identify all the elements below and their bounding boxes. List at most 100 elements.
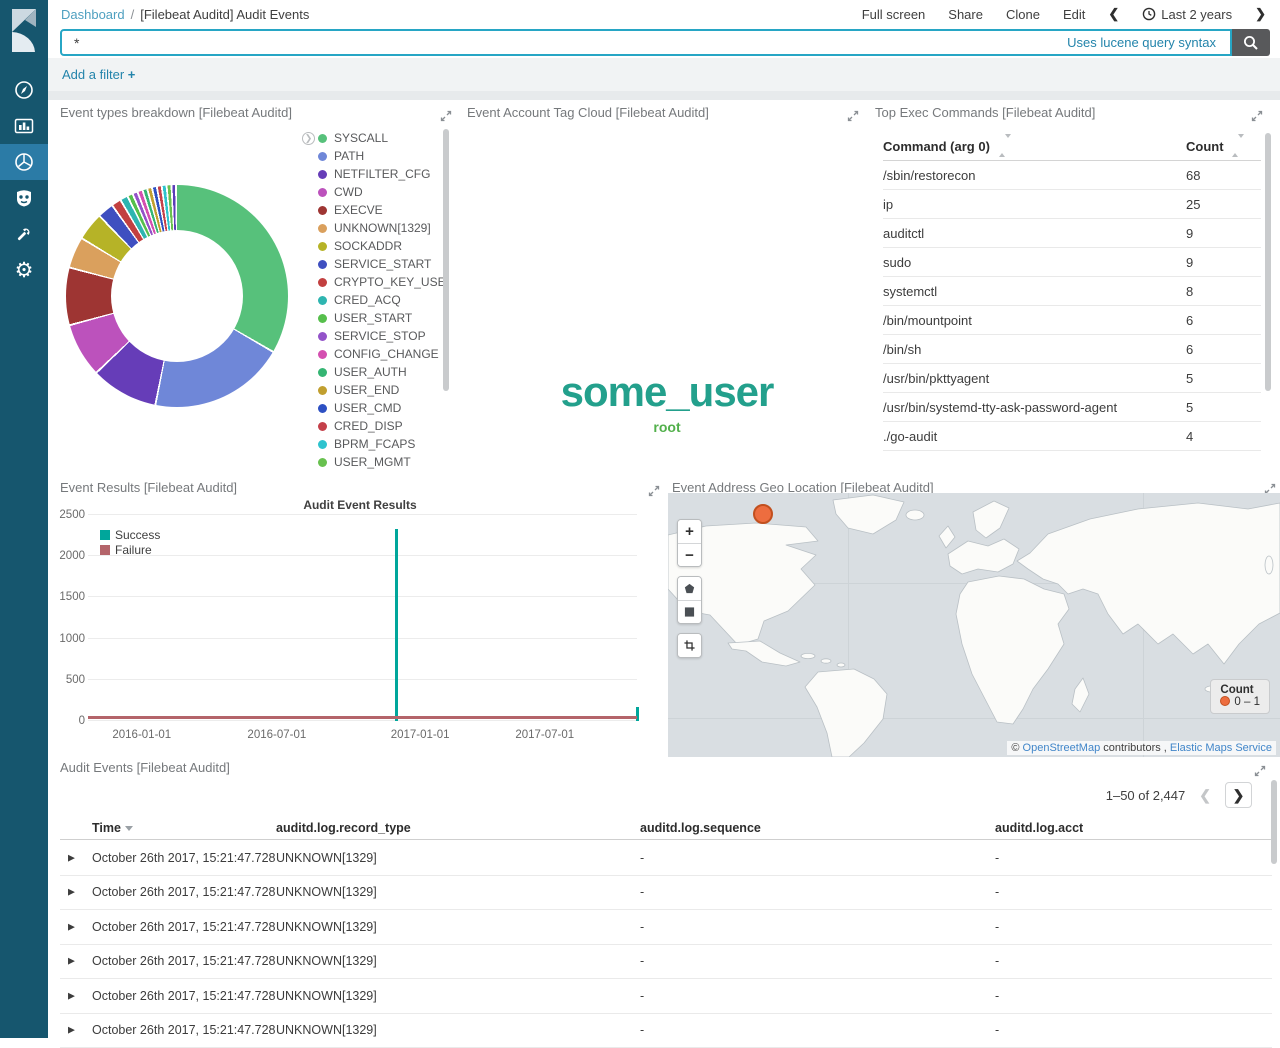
- legend-item[interactable]: CRYPTO_SESSION: [318, 471, 444, 475]
- legend-label: USER_AUTH: [334, 365, 407, 379]
- table-row[interactable]: ip25: [883, 190, 1261, 219]
- expand-row-caret[interactable]: ▶: [68, 887, 75, 898]
- legend-item[interactable]: USER_END: [318, 381, 444, 399]
- legend-item[interactable]: USER_START: [318, 309, 444, 327]
- chart-legend-item[interactable]: Success: [100, 527, 160, 542]
- legend-label: USER_CMD: [334, 401, 401, 415]
- prev-page-button[interactable]: ❮: [1199, 787, 1211, 804]
- legend-item[interactable]: SERVICE_START: [318, 255, 444, 273]
- legend-scrollbar[interactable]: [443, 129, 449, 391]
- panel-expand-icon[interactable]: [1251, 109, 1263, 127]
- table-row[interactable]: ▶October 26th 2017, 15:21:47.728UNKNOWN[…: [60, 1014, 1272, 1048]
- geo-map[interactable]: + − Count 0 – 1 © OpenStre: [668, 493, 1280, 757]
- edit-button[interactable]: Edit: [1063, 7, 1085, 22]
- breadcrumb-dashboard[interactable]: Dashboard: [61, 7, 125, 22]
- legend-item[interactable]: UNKNOWN[1329]: [318, 219, 444, 237]
- query-input[interactable]: [72, 34, 1067, 52]
- openstreetmap-link[interactable]: OpenStreetMap: [1023, 742, 1101, 754]
- table-row[interactable]: ▶October 26th 2017, 15:21:47.728UNKNOWN[…: [60, 910, 1272, 945]
- tag-cloud-term[interactable]: some_user: [561, 371, 774, 413]
- sidebar-item-visualize[interactable]: [0, 108, 48, 144]
- panel-expand-icon[interactable]: [847, 109, 859, 127]
- legend-dot: [318, 278, 327, 287]
- table-row[interactable]: /usr/bin/systemd-tty-ask-password-agent5: [883, 393, 1261, 422]
- count-cell: 6: [1186, 313, 1261, 328]
- lucene-syntax-link[interactable]: Uses lucene query syntax: [1067, 35, 1220, 50]
- elastic-maps-link[interactable]: Elastic Maps Service: [1170, 742, 1272, 754]
- legend-item[interactable]: CWD: [318, 183, 444, 201]
- legend-item[interactable]: CRED_DISP: [318, 417, 444, 435]
- legend-item[interactable]: BPRM_FCAPS: [318, 435, 444, 453]
- table-row[interactable]: ▶October 26th 2017, 15:21:47.728UNKNOWN[…: [60, 876, 1272, 911]
- legend-dot: [318, 332, 327, 341]
- legend-item[interactable]: USER_AUTH: [318, 363, 444, 381]
- table-row[interactable]: auditctl9: [883, 219, 1261, 248]
- expand-row-caret[interactable]: ▶: [68, 921, 75, 932]
- legend-item[interactable]: CONFIG_CHANGE: [318, 345, 444, 363]
- column-header-acct[interactable]: auditd.log.acct: [995, 821, 1083, 835]
- time-back-button[interactable]: ❮: [1108, 6, 1119, 22]
- add-filter-button[interactable]: Add a filter +: [62, 67, 135, 82]
- table-row[interactable]: ./go-audit4: [883, 422, 1261, 451]
- legend-item[interactable]: SOCKADDR: [318, 237, 444, 255]
- zoom-out-button[interactable]: −: [678, 543, 701, 566]
- legend-item[interactable]: CRYPTO_KEY_USER: [318, 273, 444, 291]
- data-spike[interactable]: [395, 529, 398, 721]
- table-row[interactable]: /usr/bin/pkttyagent5: [883, 364, 1261, 393]
- column-header-count[interactable]: Count: [1186, 138, 1261, 154]
- full-screen-button[interactable]: Full screen: [862, 7, 926, 22]
- donut-chart[interactable]: [66, 185, 288, 407]
- legend-dot: [318, 296, 327, 305]
- table-row[interactable]: sudo9: [883, 248, 1261, 277]
- table-row[interactable]: systemctl8: [883, 277, 1261, 306]
- time-picker[interactable]: Last 2 years: [1142, 7, 1232, 22]
- table-row[interactable]: /bin/mountpoint6: [883, 306, 1261, 335]
- table-row[interactable]: /bin/sh6: [883, 335, 1261, 364]
- draw-rectangle-button[interactable]: [678, 600, 701, 623]
- legend-item[interactable]: PATH: [318, 147, 444, 165]
- expand-row-caret[interactable]: ▶: [68, 852, 75, 863]
- events-scrollbar[interactable]: [1271, 780, 1277, 864]
- legend-item[interactable]: USER_MGMT: [318, 453, 444, 471]
- expand-row-caret[interactable]: ▶: [68, 1025, 75, 1036]
- column-header-command[interactable]: Command (arg 0): [883, 138, 1186, 154]
- sidebar-item-discover[interactable]: [0, 72, 48, 108]
- legend-collapse-icon[interactable]: ❯: [302, 132, 315, 145]
- sidebar-item-dev-tools[interactable]: [0, 216, 48, 252]
- clone-button[interactable]: Clone: [1006, 7, 1040, 22]
- table-row[interactable]: ▶October 26th 2017, 15:21:47.728UNKNOWN[…: [60, 945, 1272, 980]
- legend-item[interactable]: SERVICE_STOP: [318, 327, 444, 345]
- column-header-record-type[interactable]: auditd.log.record_type: [276, 821, 411, 835]
- table-row[interactable]: ▶October 26th 2017, 15:21:47.728UNKNOWN[…: [60, 841, 1272, 876]
- sidebar-item-management[interactable]: ⚙: [0, 252, 48, 288]
- legend-item[interactable]: USER_CMD: [318, 399, 444, 417]
- table-row[interactable]: ▶October 26th 2017, 15:21:47.728UNKNOWN[…: [60, 979, 1272, 1014]
- sidebar-item-timelion[interactable]: [0, 180, 48, 216]
- geo-marker[interactable]: [753, 504, 773, 524]
- legend-item[interactable]: NETFILTER_CFG: [318, 165, 444, 183]
- zoom-in-button[interactable]: +: [678, 520, 701, 543]
- next-page-button[interactable]: ❯: [1225, 782, 1252, 808]
- column-header-time[interactable]: Time: [92, 821, 133, 835]
- search-button[interactable]: [1232, 29, 1270, 56]
- time-forward-button[interactable]: ❯: [1255, 6, 1266, 22]
- chart-legend: SuccessFailure: [100, 527, 160, 557]
- legend-item[interactable]: SYSCALL: [318, 129, 444, 147]
- sidebar-item-dashboard[interactable]: [0, 144, 48, 180]
- share-button[interactable]: Share: [948, 7, 983, 22]
- column-header-sequence[interactable]: auditd.log.sequence: [640, 821, 761, 835]
- legend-item[interactable]: CRED_ACQ: [318, 291, 444, 309]
- expand-row-caret[interactable]: ▶: [68, 990, 75, 1001]
- tag-cloud-term[interactable]: root: [653, 419, 680, 435]
- kibana-logo[interactable]: [0, 0, 48, 58]
- commands-scrollbar[interactable]: [1265, 133, 1271, 391]
- draw-polygon-button[interactable]: [678, 577, 701, 600]
- legend-item[interactable]: EXECVE: [318, 201, 444, 219]
- panel-expand-icon[interactable]: [1254, 764, 1266, 782]
- panel-expand-icon[interactable]: [440, 109, 452, 127]
- crop-icon: [684, 639, 695, 652]
- fit-bounds-button[interactable]: [678, 634, 701, 657]
- expand-row-caret[interactable]: ▶: [68, 956, 75, 967]
- acct-cell: -: [995, 954, 999, 968]
- table-row[interactable]: /sbin/restorecon68: [883, 161, 1261, 190]
